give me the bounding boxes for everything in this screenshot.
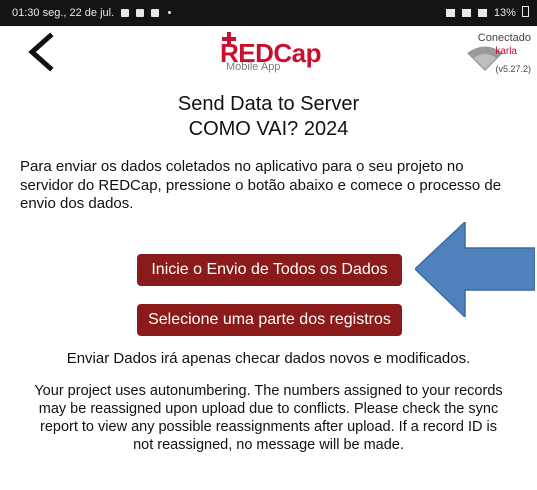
connection-status: Conectado (477, 32, 531, 44)
wifi-signal-icon (477, 9, 487, 17)
select-records-button[interactable]: Selecione uma parte dos registros (137, 304, 402, 336)
instructions-text: Para enviar os dados coletados no aplica… (20, 158, 502, 212)
battery-percent: 13% (493, 7, 516, 19)
page-title-heading: Send Data to Server (177, 93, 360, 115)
check-icon (151, 9, 160, 17)
sync-note: Enviar Dados irá apenas checar dados nov… (66, 350, 471, 367)
back-button[interactable] (22, 30, 62, 74)
lock-icon (445, 9, 455, 17)
page-title: Send Data to Server COMO VAI? 2024 (0, 92, 537, 142)
status-bar: 01:30 seg., 22 de jul. 13% (0, 0, 537, 26)
mute-icon (461, 9, 471, 17)
connection-user: karla (495, 46, 517, 57)
autonumbering-warning: Your project uses autonumbering. The num… (34, 383, 503, 453)
calendar-icon (121, 9, 130, 17)
connection-indicator[interactable]: Conectado karla (v5.27.2) (461, 32, 531, 76)
more-notifications-icon (168, 11, 172, 14)
status-time-date: 01:30 seg., 22 de jul. (12, 7, 115, 19)
chevron-left-icon (28, 32, 54, 72)
arrow-left-icon (415, 222, 535, 317)
notification-icon (136, 9, 145, 17)
app-version: (v5.27.2) (495, 64, 531, 74)
logo-subtitle: Mobile App (226, 61, 281, 73)
project-name: COMO VAI? 2024 (188, 118, 349, 140)
send-all-data-button[interactable]: Inicie o Envio de Todos os Dados (137, 254, 402, 286)
app-header: REDCap Mobile App Conectado karla (v5.27… (0, 26, 537, 78)
redcap-logo: REDCap Mobile App (218, 32, 338, 76)
battery-icon (522, 6, 529, 17)
